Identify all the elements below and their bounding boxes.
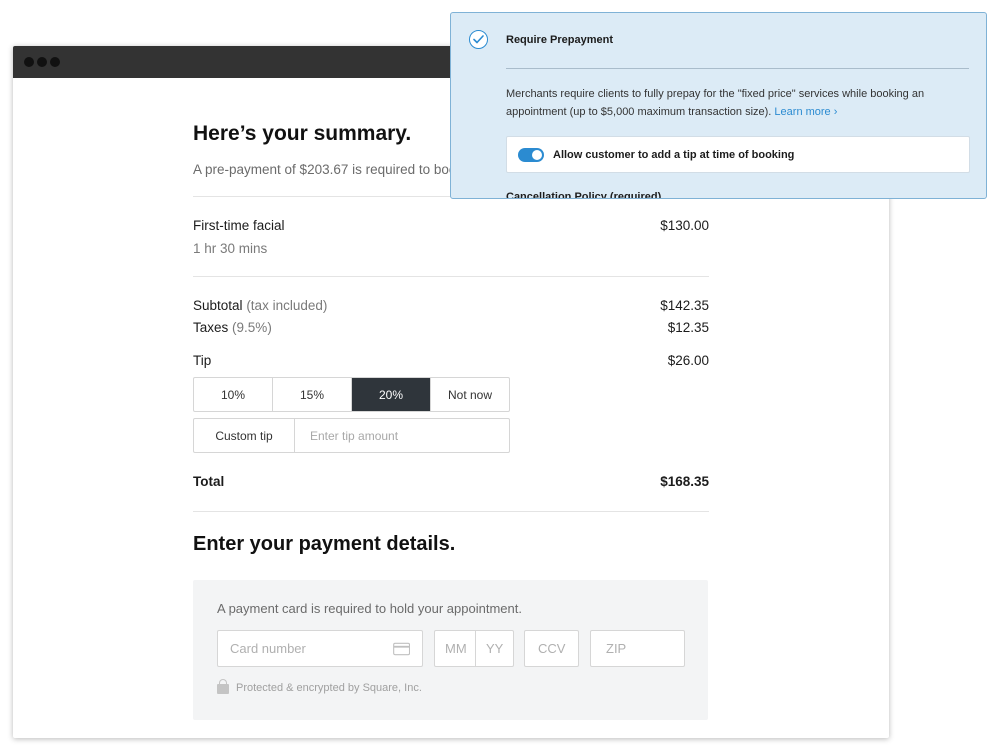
ccv-field[interactable] <box>524 630 579 667</box>
service-duration: 1 hr 30 mins <box>193 241 268 256</box>
prepayment-note: A pre-payment of $203.67 is required to … <box>193 162 464 177</box>
tip-toggle-switch[interactable] <box>518 147 544 162</box>
taxes-label: Taxes <box>193 320 229 335</box>
learn-more-link[interactable]: Learn more › <box>774 106 837 118</box>
ccv-input[interactable] <box>538 631 578 666</box>
tip-options: 10% 15% 20% Not now <box>193 377 510 412</box>
zip-input[interactable] <box>606 631 684 666</box>
divider <box>193 276 709 277</box>
protected-notice: Protected & encrypted by Square, Inc. <box>217 679 422 694</box>
expiry-field <box>434 630 514 667</box>
card-number-field[interactable] <box>217 630 423 667</box>
toggle-knob <box>532 149 542 160</box>
expiry-month-input[interactable] <box>445 631 475 666</box>
tip-option-10[interactable]: 10% <box>194 378 273 411</box>
tip-label: Tip <box>193 353 212 368</box>
taxes-row-label: Taxes (9.5%) <box>193 320 272 335</box>
cancellation-policy-label: Cancellation Policy (required) <box>506 191 662 199</box>
total-label: Total <box>193 474 225 489</box>
taxes-value: $12.35 <box>667 320 709 335</box>
divider <box>193 511 709 512</box>
credit-card-icon <box>392 642 410 655</box>
service-name: First-time facial <box>193 218 285 233</box>
popover-title: Require Prepayment <box>506 34 613 46</box>
window-dot-icon <box>50 57 60 67</box>
custom-tip-button[interactable]: Custom tip <box>194 419 295 452</box>
total-value: $168.35 <box>660 474 709 489</box>
subtotal-note: (tax included) <box>246 298 328 313</box>
expiry-year-input[interactable] <box>486 631 513 666</box>
tip-toggle-card: Allow customer to add a tip at time of b… <box>506 136 970 173</box>
payment-title: Enter your payment details. <box>193 533 456 555</box>
lock-icon <box>217 679 229 694</box>
tip-option-not-now[interactable]: Not now <box>431 378 509 411</box>
subtotal-row-label: Subtotal (tax included) <box>193 298 327 313</box>
protected-text: Protected & encrypted by Square, Inc. <box>236 681 422 694</box>
tip-value: $26.00 <box>667 353 709 368</box>
card-number-input[interactable] <box>230 631 393 666</box>
service-price: $130.00 <box>660 218 709 233</box>
payment-box: A payment card is required to hold your … <box>193 580 708 720</box>
require-prepayment-popover: Require Prepayment Merchants require cli… <box>450 12 987 199</box>
zip-field[interactable] <box>590 630 685 667</box>
popover-description: Merchants require clients to fully prepa… <box>506 85 976 121</box>
window-dot-icon <box>24 57 34 67</box>
subtotal-value: $142.35 <box>660 298 709 313</box>
tip-toggle-label: Allow customer to add a tip at time of b… <box>553 148 795 161</box>
subtotal-label: Subtotal <box>193 298 243 313</box>
prepayment-description: Merchants require clients to fully prepa… <box>506 88 925 118</box>
payment-note: A payment card is required to hold your … <box>217 601 522 616</box>
tip-option-15[interactable]: 15% <box>273 378 352 411</box>
window-dot-icon <box>37 57 47 67</box>
summary-title: Here’s your summary. <box>193 122 412 145</box>
tip-amount-input[interactable] <box>295 419 509 452</box>
checkmark-icon <box>469 30 488 49</box>
custom-tip-group: Custom tip <box>193 418 510 453</box>
taxes-note: (9.5%) <box>232 320 272 335</box>
tip-option-20[interactable]: 20% <box>352 378 431 411</box>
divider <box>506 68 969 69</box>
